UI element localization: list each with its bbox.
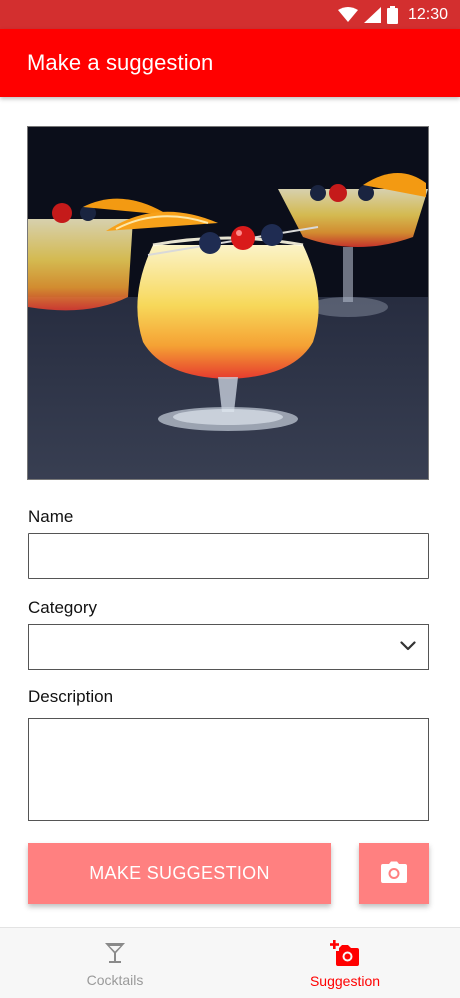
page-title: Make a suggestion [27,50,214,75]
chevron-down-icon [400,638,416,656]
status-bar: 12:30 [0,0,460,29]
add-a-photo-icon [330,939,360,971]
cocktail-glass-icon [103,941,127,970]
wifi-icon [337,6,358,23]
camera-icon [381,861,407,886]
make-suggestion-button[interactable]: MAKE SUGGESTION [28,843,331,904]
suggestion-form: Name Category Description MAKE SUGGESTIO… [0,97,460,927]
battery-icon [386,5,398,24]
cellular-signal-icon [363,6,381,23]
bottom-navigation: Cocktails Suggestion [0,927,460,998]
nav-item-suggestion[interactable]: Suggestion [230,928,460,998]
app-bar: Make a suggestion [0,29,460,97]
nav-item-cocktails[interactable]: Cocktails [0,928,230,998]
status-time: 12:30 [407,5,448,23]
category-select[interactable] [28,624,429,670]
take-photo-button[interactable] [359,843,429,904]
nav-label-cocktails: Cocktails [86,971,144,988]
description-textarea[interactable] [28,718,429,821]
category-label: Category [28,598,97,617]
name-label: Name [28,507,74,526]
nav-label-suggestion: Suggestion [309,972,381,989]
name-input[interactable] [28,533,429,579]
cocktail-photo[interactable] [27,126,429,480]
description-label: Description [28,687,114,706]
